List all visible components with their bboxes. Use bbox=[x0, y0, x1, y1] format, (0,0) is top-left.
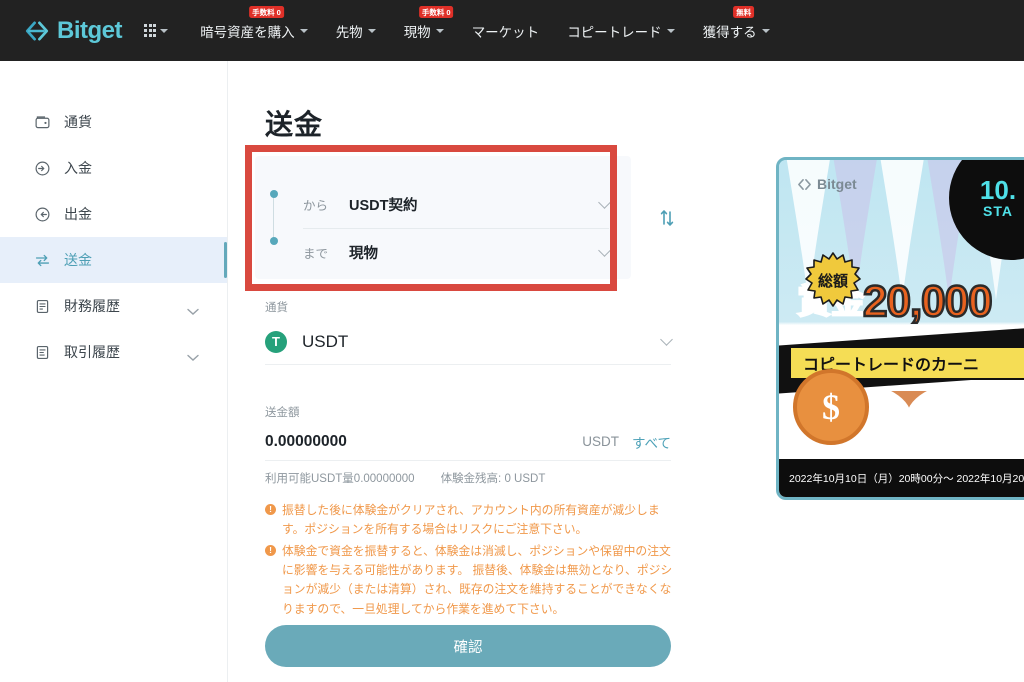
nav-label: 先物 bbox=[336, 21, 363, 41]
chevron-down-icon bbox=[368, 29, 376, 33]
transfer-to-value: 現物 bbox=[349, 242, 378, 263]
sidebar-item-label: 入金 bbox=[64, 158, 92, 178]
nav-label: 暗号資産を購入 bbox=[200, 21, 295, 41]
apps-grid-button[interactable] bbox=[144, 24, 168, 36]
warning-icon: ! bbox=[265, 504, 276, 515]
sidebar: 通貨 入金 出金 送金 財務履歴 bbox=[0, 61, 228, 682]
chevron-down-icon bbox=[598, 196, 611, 209]
trial-balance: 体験金残高: 0 USDT bbox=[441, 470, 546, 486]
nav-label: 現物 bbox=[404, 21, 431, 41]
warning-text: 体験金で資金を振替すると、体験金は消滅し、ポジションや保留中の注文に影響を与える… bbox=[282, 544, 672, 615]
bitget-logo[interactable]: Bitget bbox=[24, 17, 122, 45]
timeline-dot-from bbox=[270, 190, 278, 198]
transfer-to-select[interactable]: まで 現物 bbox=[303, 228, 609, 276]
banner-star-text: 総額 bbox=[818, 270, 848, 291]
document-list-icon bbox=[34, 344, 51, 361]
nav-label: コピートレード bbox=[567, 21, 662, 41]
warning-list: ! 振替した後に体験金がクリアされ、アカウント内の所有資産が減少します。ポジショ… bbox=[265, 501, 677, 622]
grid-icon bbox=[144, 24, 156, 36]
nav-item-buy-crypto[interactable]: 手数料 0 暗号資産を購入 bbox=[186, 0, 322, 61]
page-root: Bitget 手数料 0 暗号資産を購入 先物 手数料 0 現物 bbox=[0, 0, 1024, 682]
banner-round-label: STA bbox=[983, 203, 1013, 219]
balance-row: 利用可能USDT量0.00000000 体験金残高: 0 USDT bbox=[265, 470, 545, 486]
chevron-down-icon bbox=[436, 29, 444, 33]
transfer-from-value: USDT契約 bbox=[349, 194, 417, 215]
nav-item-spot[interactable]: 手数料 0 現物 bbox=[390, 0, 458, 61]
nav-label: マーケット bbox=[472, 21, 540, 41]
sidebar-item-assets[interactable]: 通貨 bbox=[0, 99, 227, 145]
banner-date-text: 2022年10月10日（月）20時00分～ 2022年10月20 bbox=[779, 459, 1024, 497]
timeline-dot-to bbox=[270, 237, 278, 245]
nav-label: 獲得する bbox=[703, 21, 757, 41]
nav-item-futures[interactable]: 先物 bbox=[322, 0, 390, 61]
warning-icon: ! bbox=[265, 545, 276, 556]
warning-item: ! 振替した後に体験金がクリアされ、アカウント内の所有資産が減少します。ポジショ… bbox=[265, 501, 677, 539]
nav-badge-earn: 無料 bbox=[733, 6, 754, 18]
transfer-to-label: まで bbox=[303, 243, 349, 262]
currency-value: USDT bbox=[302, 332, 348, 352]
chevron-down-icon bbox=[660, 333, 673, 346]
nav-badge-buy-crypto: 手数料 0 bbox=[249, 6, 284, 18]
bitget-logo-text: Bitget bbox=[57, 17, 122, 45]
amount-max-button[interactable]: すべて bbox=[632, 432, 671, 452]
chevron-down-icon bbox=[598, 244, 611, 257]
sidebar-item-financial-history[interactable]: 財務履歴 bbox=[0, 283, 227, 329]
amount-input[interactable] bbox=[265, 433, 525, 451]
chevron-down-icon bbox=[187, 303, 199, 319]
nav-item-copy-trade[interactable]: コピートレード bbox=[553, 0, 689, 61]
sidebar-item-label: 送金 bbox=[64, 250, 92, 270]
transfer-from-label: から bbox=[303, 195, 349, 214]
bitget-logo-icon bbox=[797, 177, 812, 192]
chevron-down-icon bbox=[300, 29, 308, 33]
available-balance: 利用可能USDT量0.00000000 bbox=[265, 470, 415, 486]
nav-items: 手数料 0 暗号資産を購入 先物 手数料 0 現物 マーケット コピートレード bbox=[186, 0, 784, 61]
sidebar-item-deposit[interactable]: 入金 bbox=[0, 145, 227, 191]
document-icon bbox=[34, 298, 51, 315]
active-indicator bbox=[224, 242, 228, 278]
currency-select[interactable]: T USDT bbox=[265, 319, 671, 365]
withdraw-icon bbox=[34, 206, 51, 223]
nav-item-markets[interactable]: マーケット bbox=[458, 0, 554, 61]
promo-banner[interactable]: Bitget 10. STA 総額 賞金 20,000 コピートレードのカーニ … bbox=[776, 157, 1024, 500]
warning-item: ! 体験金で資金を振替すると、体験金は消滅し、ポジションや保留中の注文に影響を与… bbox=[265, 542, 677, 618]
sidebar-item-withdraw[interactable]: 出金 bbox=[0, 191, 227, 237]
sidebar-item-trade-history[interactable]: 取引履歴 bbox=[0, 329, 227, 375]
chevron-down-icon bbox=[187, 349, 199, 365]
chevron-down-icon bbox=[160, 29, 168, 33]
wallet-icon bbox=[34, 114, 51, 131]
banner-round-number: 10. bbox=[980, 177, 1016, 203]
nav-item-earn[interactable]: 無料 獲得する bbox=[689, 0, 784, 61]
banner-logo-text: Bitget bbox=[817, 176, 857, 192]
banner-coin-icon: $ bbox=[793, 369, 869, 445]
chevron-down-icon bbox=[762, 29, 770, 33]
sidebar-item-label: 通貨 bbox=[64, 112, 92, 132]
transfer-icon bbox=[34, 252, 51, 269]
transfer-card: から USDT契約 まで 現物 bbox=[255, 156, 631, 279]
amount-label: 送金額 bbox=[265, 404, 300, 420]
chevron-down-icon bbox=[667, 29, 675, 33]
currency-label: 通貨 bbox=[265, 299, 288, 315]
sidebar-item-label: 取引履歴 bbox=[64, 342, 120, 362]
banner-prize-number: 20,000 bbox=[863, 280, 992, 324]
sidebar-item-transfer[interactable]: 送金 bbox=[0, 237, 227, 283]
sidebar-item-label: 財務履歴 bbox=[64, 296, 120, 316]
warning-text: 振替した後に体験金がクリアされ、アカウント内の所有資産が減少します。ポジションを… bbox=[282, 503, 660, 536]
page-title: 送金 bbox=[265, 103, 323, 143]
amount-row: USDT すべて bbox=[265, 423, 671, 461]
bitget-logo-icon bbox=[24, 18, 50, 44]
nav-badge-spot: 手数料 0 bbox=[419, 6, 454, 18]
deposit-icon bbox=[34, 160, 51, 177]
top-navigation-bar: Bitget 手数料 0 暗号資産を購入 先物 手数料 0 現物 bbox=[0, 0, 1024, 61]
banner-logo: Bitget bbox=[797, 176, 857, 192]
swap-direction-button[interactable] bbox=[653, 204, 681, 232]
transfer-selector-row: から USDT契約 まで 現物 bbox=[255, 156, 690, 279]
amount-unit: USDT bbox=[582, 434, 619, 449]
transfer-from-select[interactable]: から USDT契約 bbox=[303, 180, 609, 228]
banner-starburst: 総額 bbox=[805, 252, 861, 308]
confirm-button[interactable]: 確認 bbox=[265, 625, 671, 667]
sidebar-item-label: 出金 bbox=[64, 204, 92, 224]
timeline-line bbox=[273, 194, 274, 241]
usdt-coin-icon: T bbox=[265, 331, 287, 353]
swap-vertical-icon bbox=[657, 208, 677, 228]
